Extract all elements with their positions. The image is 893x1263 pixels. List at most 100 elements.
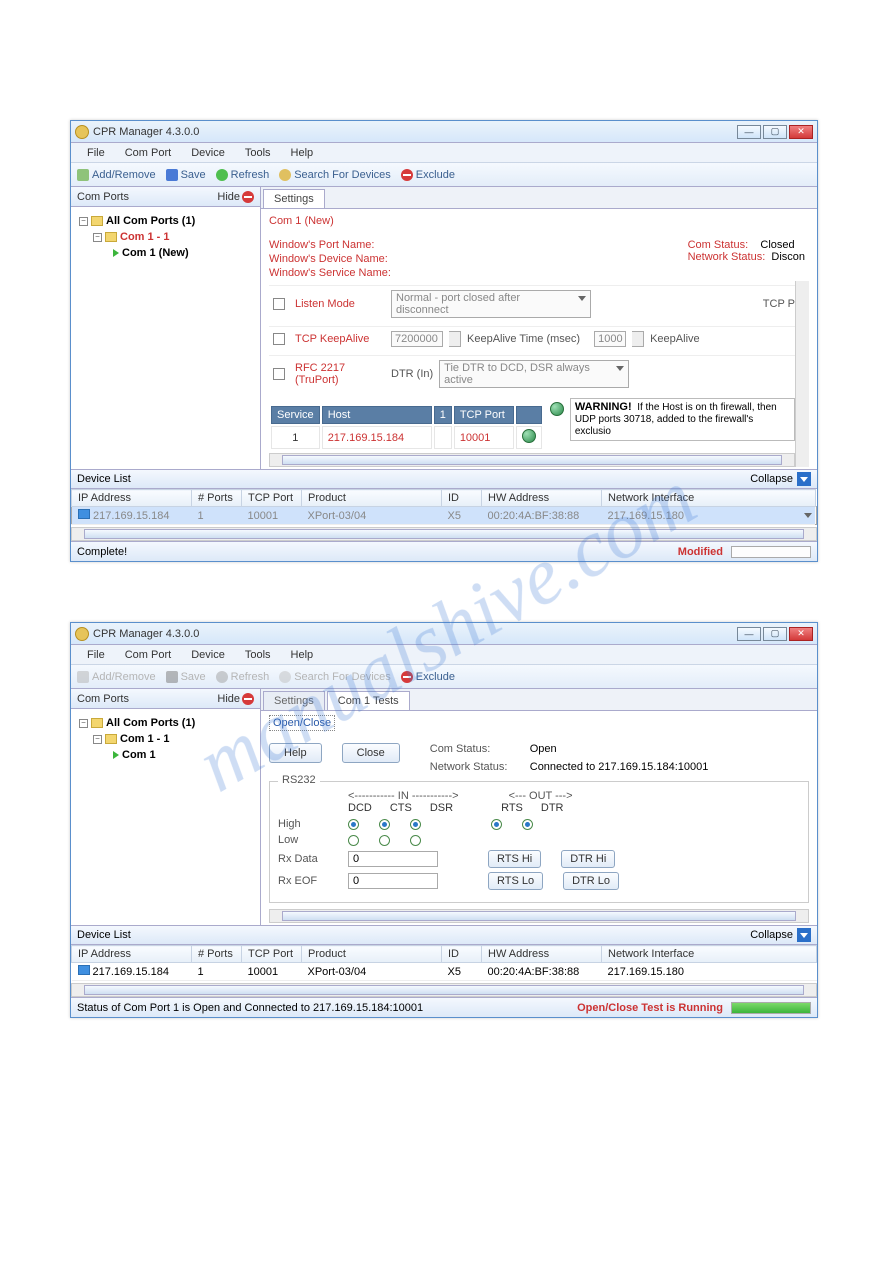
rts-lo-button[interactable]: RTS Lo bbox=[488, 872, 543, 890]
menu-comport[interactable]: Com Port bbox=[115, 647, 181, 663]
refresh-icon bbox=[216, 169, 228, 181]
col-tcpport[interactable]: TCP Port bbox=[242, 490, 302, 507]
menu-device[interactable]: Device bbox=[181, 145, 235, 161]
close-button[interactable]: ✕ bbox=[789, 627, 813, 641]
cts-low[interactable] bbox=[379, 835, 390, 846]
globe-icon2[interactable] bbox=[550, 402, 564, 416]
comports-tree[interactable]: −All Com Ports (1) −Com 1 - 1 Com 1 bbox=[71, 709, 260, 769]
device-row[interactable]: 217.169.15.184 110001XPort-03/04 X500:20… bbox=[72, 963, 817, 981]
dsr-high[interactable] bbox=[410, 819, 421, 830]
hscrollbar[interactable] bbox=[269, 453, 795, 467]
rxeof-input[interactable]: 0 bbox=[348, 873, 438, 889]
hide-button[interactable]: Hide bbox=[217, 693, 254, 705]
tab-settings[interactable]: Settings bbox=[263, 691, 325, 710]
device-hscroll[interactable] bbox=[71, 983, 817, 997]
col-netif[interactable]: Network Interface bbox=[602, 946, 817, 963]
device-row[interactable]: 217.169.15.184 110001XPort-03/04 X500:20… bbox=[72, 507, 817, 525]
tree-root[interactable]: All Com Ports (1) bbox=[106, 715, 195, 731]
tab-settings[interactable]: Settings bbox=[263, 189, 325, 208]
keepalive-checkbox[interactable] bbox=[273, 333, 285, 345]
comports-tree[interactable]: −All Com Ports (1) −Com 1 - 1 Com 1 (New… bbox=[71, 207, 260, 267]
listen-mode-select[interactable]: Normal - port closed after disconnect bbox=[391, 290, 591, 318]
keepalive-interval-input[interactable]: 1000 bbox=[594, 331, 626, 347]
menu-file[interactable]: File bbox=[77, 647, 115, 663]
service-row[interactable]: 1217.169.15.18410001 bbox=[271, 426, 542, 449]
col-hw[interactable]: HW Address bbox=[482, 490, 602, 507]
val-comstatus: Closed bbox=[760, 239, 794, 251]
status-text: Complete! bbox=[77, 546, 127, 558]
maximize-button[interactable]: ▢ bbox=[763, 627, 787, 641]
menu-device[interactable]: Device bbox=[181, 647, 235, 663]
vscrollbar[interactable] bbox=[795, 281, 809, 467]
rts-high[interactable] bbox=[491, 819, 502, 830]
help-button[interactable]: Help bbox=[269, 743, 322, 763]
tab-com1tests[interactable]: Com 1 Tests bbox=[327, 691, 410, 710]
col-ip[interactable]: IP Address bbox=[72, 946, 192, 963]
dtr-lo-button[interactable]: DTR Lo bbox=[563, 872, 619, 890]
minimize-button[interactable]: — bbox=[737, 125, 761, 139]
cts-high[interactable] bbox=[379, 819, 390, 830]
comports-pane: Com Ports Hide −All Com Ports (1) −Com 1… bbox=[71, 187, 261, 469]
tree-root[interactable]: All Com Ports (1) bbox=[106, 213, 195, 229]
exclude-button[interactable]: Exclude bbox=[401, 169, 455, 181]
tree-leaf[interactable]: Com 1 (New) bbox=[122, 245, 189, 261]
col-id[interactable]: ID bbox=[442, 490, 482, 507]
dcd-low[interactable] bbox=[348, 835, 359, 846]
app-icon bbox=[75, 627, 89, 641]
listen-mode-checkbox[interactable] bbox=[273, 298, 285, 310]
col-ports[interactable]: # Ports bbox=[192, 946, 242, 963]
dtr-hi-button[interactable]: DTR Hi bbox=[561, 850, 615, 868]
col-product[interactable]: Product bbox=[302, 946, 442, 963]
col-ip[interactable]: IP Address bbox=[72, 490, 192, 507]
dsr-low[interactable] bbox=[410, 835, 421, 846]
add-remove-button[interactable]: Add/Remove bbox=[77, 169, 156, 181]
rfc2217-checkbox[interactable] bbox=[273, 368, 285, 380]
col-tcpport[interactable]: TCP Port bbox=[242, 946, 302, 963]
exclude-button[interactable]: Exclude bbox=[401, 671, 455, 683]
menu-help[interactable]: Help bbox=[281, 647, 324, 663]
rxdata-input[interactable]: 0 bbox=[348, 851, 438, 867]
hscrollbar[interactable] bbox=[269, 909, 809, 923]
col-dtr: DTR bbox=[541, 802, 564, 814]
menu-file[interactable]: File bbox=[77, 145, 115, 161]
col-id[interactable]: ID bbox=[442, 946, 482, 963]
close-port-button[interactable]: Close bbox=[342, 743, 400, 763]
col-hw[interactable]: HW Address bbox=[482, 946, 602, 963]
keepalive-time-input[interactable]: 7200000 bbox=[391, 331, 443, 347]
menu-comport[interactable]: Com Port bbox=[115, 145, 181, 161]
maximize-button[interactable]: ▢ bbox=[763, 125, 787, 139]
dcd-high[interactable] bbox=[348, 819, 359, 830]
titlebar[interactable]: CPR Manager 4.3.0.0 — ▢ ✕ bbox=[71, 623, 817, 645]
save-button[interactable]: Save bbox=[166, 169, 206, 181]
menubar: File Com Port Device Tools Help bbox=[71, 645, 817, 665]
titlebar[interactable]: CPR Manager 4.3.0.0 — ▢ ✕ bbox=[71, 121, 817, 143]
minimize-button[interactable]: — bbox=[737, 627, 761, 641]
dtr-high[interactable] bbox=[522, 819, 533, 830]
tree-leaf[interactable]: Com 1 bbox=[122, 747, 156, 763]
col-ports[interactable]: # Ports bbox=[192, 490, 242, 507]
menu-tools[interactable]: Tools bbox=[235, 145, 281, 161]
keepalive-spin[interactable] bbox=[449, 331, 461, 347]
tree-child[interactable]: Com 1 - 1 bbox=[120, 731, 170, 747]
open-close-link[interactable]: Open/Close bbox=[269, 715, 335, 731]
col-product[interactable]: Product bbox=[302, 490, 442, 507]
menu-tools[interactable]: Tools bbox=[235, 647, 281, 663]
menu-help[interactable]: Help bbox=[281, 145, 324, 161]
dtr-select[interactable]: Tie DTR to DCD, DSR always active bbox=[439, 360, 629, 388]
tree-child[interactable]: Com 1 - 1 bbox=[120, 229, 170, 245]
device-hscroll[interactable] bbox=[71, 527, 817, 541]
collapse-button[interactable] bbox=[797, 472, 811, 486]
keepalive-spin2[interactable] bbox=[632, 331, 644, 347]
globe-icon[interactable] bbox=[522, 429, 536, 443]
hide-button[interactable]: Hide bbox=[217, 191, 254, 203]
lbl-rfc2217: RFC 2217 bbox=[295, 362, 345, 374]
search-icon bbox=[279, 169, 291, 181]
progress-bar bbox=[731, 1002, 811, 1014]
refresh-button[interactable]: Refresh bbox=[216, 169, 270, 181]
collapse-button[interactable] bbox=[797, 928, 811, 942]
search-devices-button[interactable]: Search For Devices bbox=[279, 169, 391, 181]
col-netif[interactable]: Network Interface bbox=[602, 490, 816, 507]
rts-hi-button[interactable]: RTS Hi bbox=[488, 850, 541, 868]
lbl-in: <----------- IN -----------> bbox=[348, 790, 459, 802]
close-button[interactable]: ✕ bbox=[789, 125, 813, 139]
